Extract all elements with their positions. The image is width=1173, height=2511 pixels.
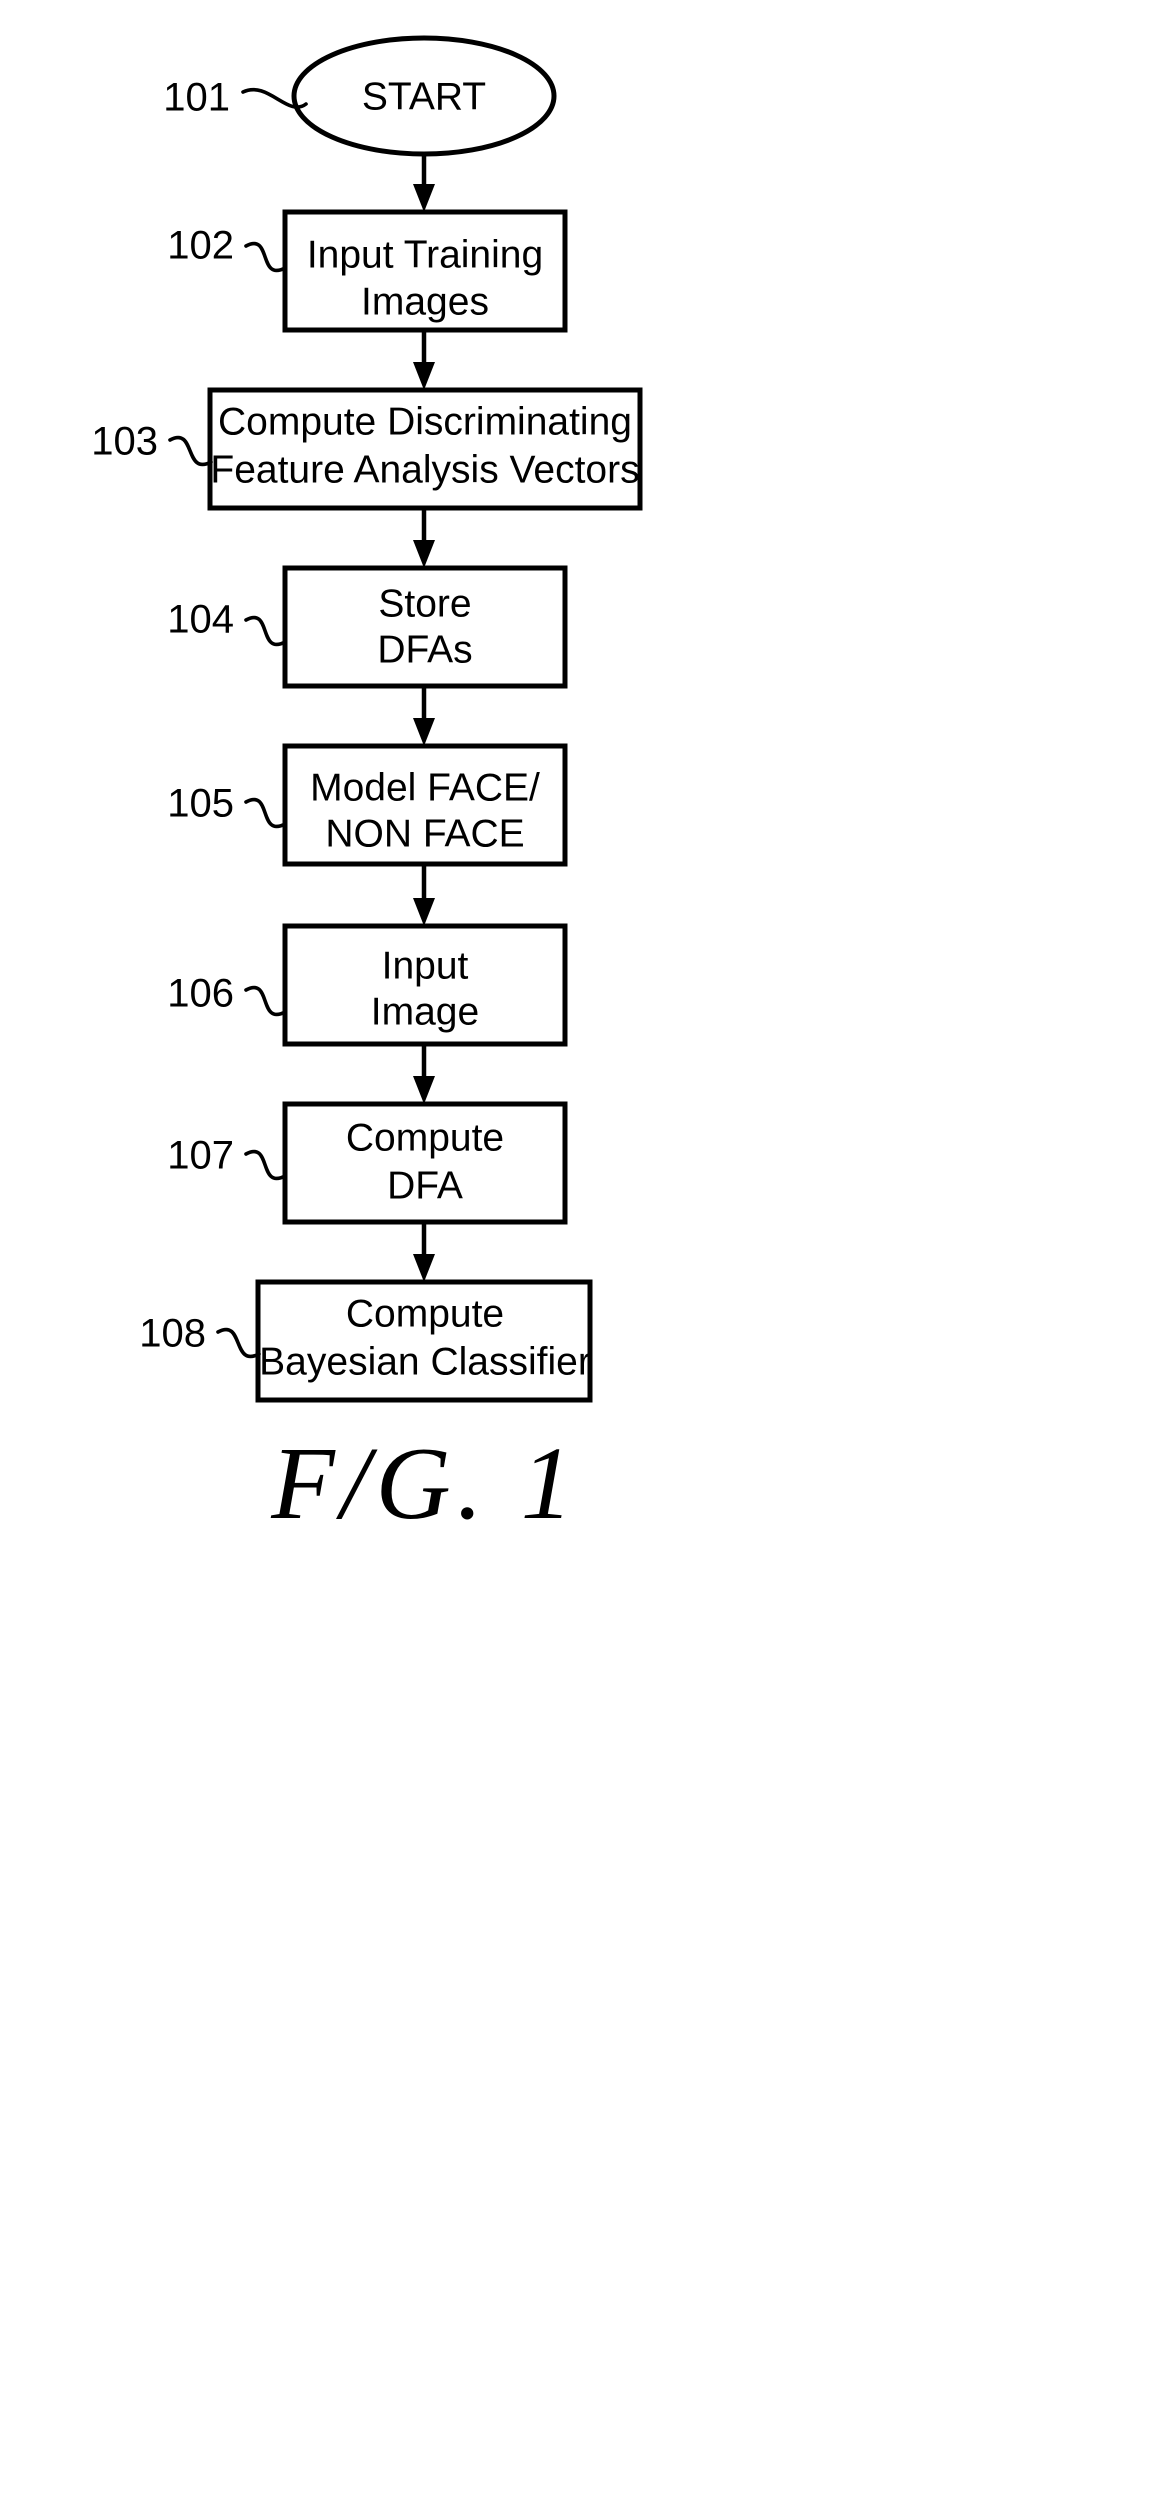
edge-106-107 [413, 1044, 435, 1104]
ref-number-104: 104 [167, 598, 234, 642]
ref-callout-102: 102 [167, 224, 287, 273]
leader-line-108 [216, 1327, 261, 1359]
ref-number-105: 105 [167, 782, 234, 826]
leader-line-103 [168, 435, 213, 467]
arrowhead-107-108 [413, 1254, 435, 1282]
edge-101-102 [413, 154, 435, 212]
ref-number-107: 107 [167, 1134, 234, 1178]
ref-number-102: 102 [167, 224, 234, 268]
ref-callout-106: 106 [167, 972, 287, 1017]
ref-callout-105: 105 [167, 782, 287, 829]
arrowhead-103-104 [413, 540, 435, 568]
ref-callout-104: 104 [167, 598, 287, 647]
leader-line-107 [244, 1149, 287, 1181]
leader-line-106 [244, 985, 287, 1017]
node-102-label-line2: Images [361, 280, 489, 323]
edge-105-106 [413, 864, 435, 926]
node-104-label-line1: Store [378, 582, 471, 625]
node-101-start: START [291, 35, 557, 157]
node-107-label-line2: DFA [387, 1164, 463, 1207]
figure-caption-text: F/G. 1 [270, 1426, 579, 1541]
ref-number-106: 106 [167, 972, 234, 1016]
edge-104-105 [413, 686, 435, 746]
edge-102-103 [413, 330, 435, 390]
node-104-store-dfas: Store DFAs [282, 565, 568, 689]
node-105-label-line1: Model FACE/ [310, 766, 540, 809]
flowchart-canvas: START 101 Input Training Images 102 Comp… [91, 35, 643, 1541]
node-107-label-line1: Compute [346, 1116, 504, 1159]
node-102-input-training-images: Input Training Images [282, 209, 568, 333]
node-101-label: START [362, 75, 486, 118]
node-104-label-line2: DFAs [377, 628, 472, 671]
figure-caption: F/G. 1 [270, 1426, 579, 1541]
node-103-label-line1: Compute Discriminating [218, 400, 632, 443]
node-106-input-image: Input Image [282, 923, 568, 1047]
edge-107-108 [413, 1222, 435, 1282]
node-102-label-line1: Input Training [307, 233, 543, 276]
node-107-compute-dfa: Compute DFA [282, 1101, 568, 1225]
ref-callout-103: 103 [91, 420, 213, 467]
node-106-label-line1: Input [382, 944, 469, 987]
node-105-model-face-nonface: Model FACE/ NON FACE [282, 743, 568, 867]
node-108-compute-bayesian-classifier: Compute Bayesian Classifier [255, 1279, 593, 1403]
leader-line-102 [244, 241, 287, 273]
arrowhead-104-105 [413, 718, 435, 746]
node-108-label-line1: Compute [346, 1292, 504, 1335]
arrowhead-105-106 [413, 898, 435, 926]
ref-callout-107: 107 [167, 1134, 287, 1181]
ref-number-101: 101 [163, 76, 230, 120]
leader-line-104 [244, 615, 287, 647]
edge-103-104 [413, 508, 435, 568]
ref-number-103: 103 [91, 420, 158, 464]
node-103-label-line2: Feature Analysis Vectors [210, 448, 639, 491]
arrowhead-106-107 [413, 1076, 435, 1104]
ref-callout-101: 101 [163, 76, 308, 120]
node-108-label-line2: Bayesian Classifier [259, 1340, 591, 1383]
node-106-label-line2: Image [371, 990, 479, 1033]
ref-number-108: 108 [139, 1312, 206, 1356]
leader-line-105 [244, 797, 287, 829]
arrowhead-101-102 [413, 184, 435, 212]
node-103-compute-dfa-vectors: Compute Discriminating Feature Analysis … [207, 387, 643, 511]
ref-callout-108: 108 [139, 1312, 261, 1359]
node-105-label-line2: NON FACE [325, 812, 524, 855]
arrowhead-102-103 [413, 362, 435, 390]
patent-figure-page: START 101 Input Training Images 102 Comp… [0, 0, 1173, 2511]
